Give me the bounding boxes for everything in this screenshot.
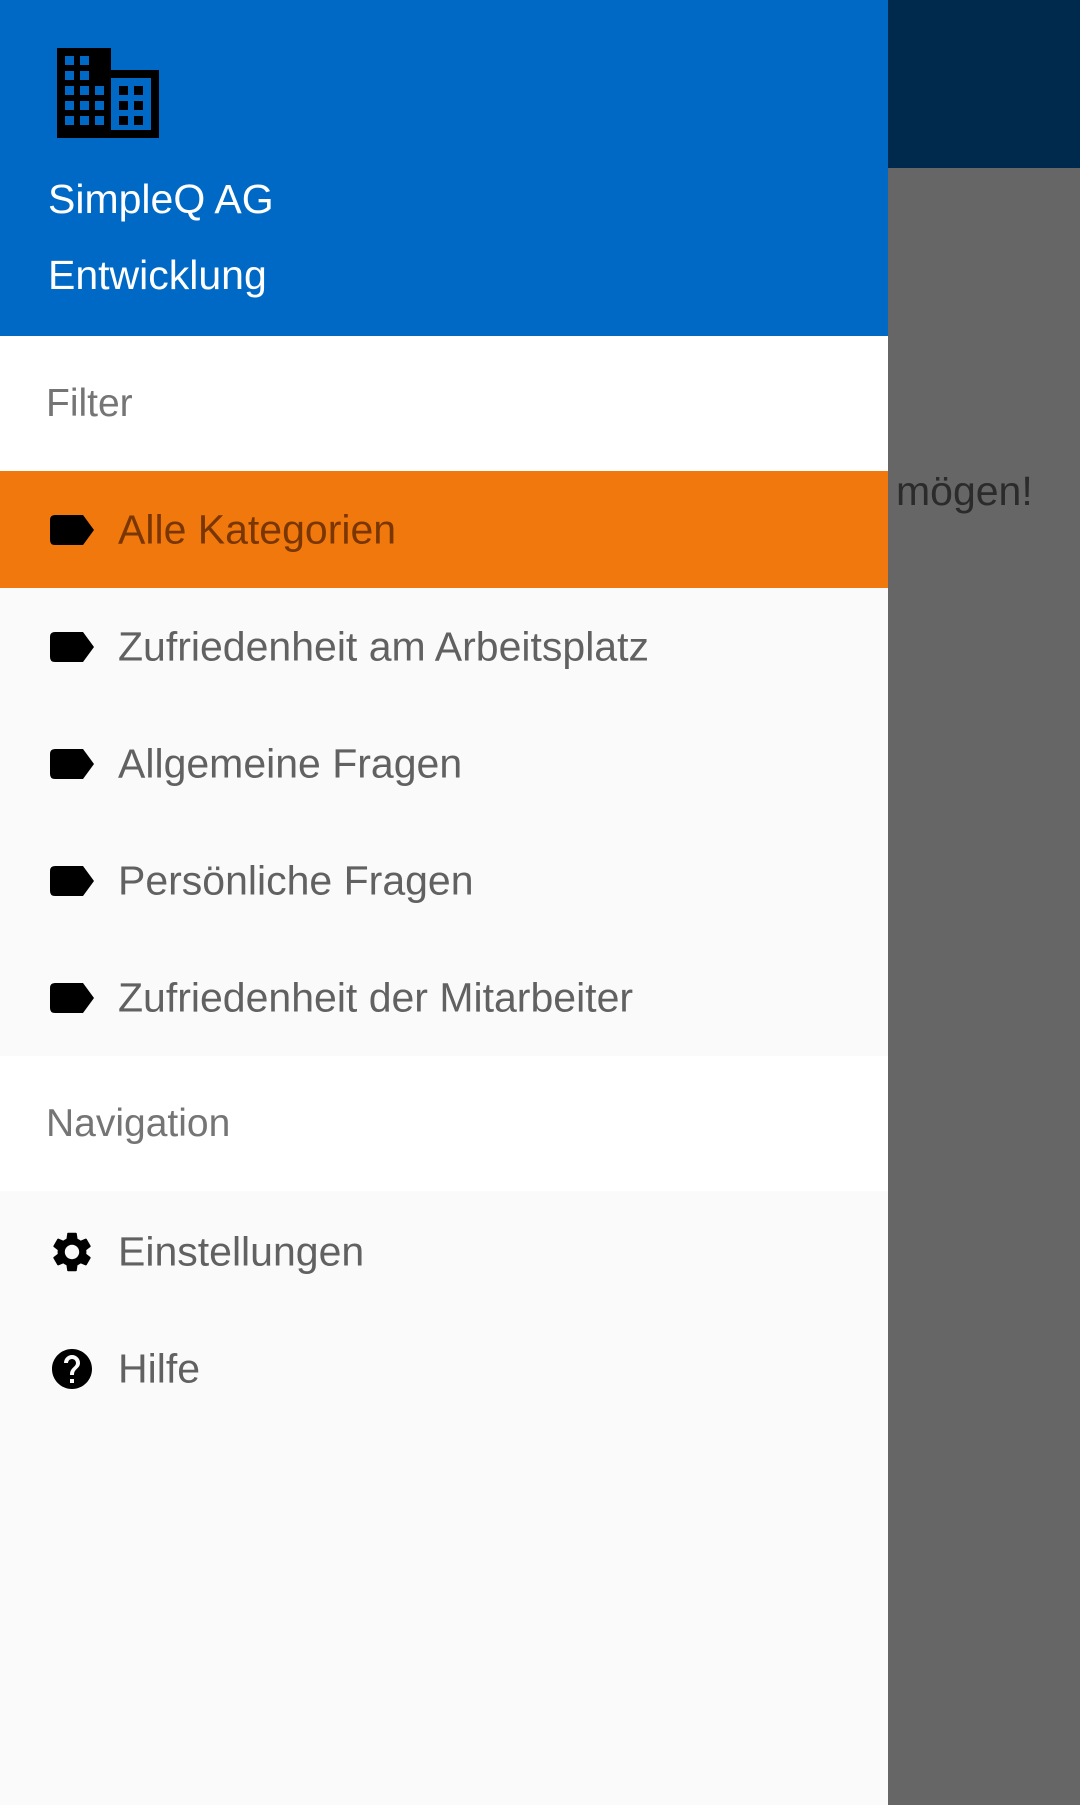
filter-item-label: Allgemeine Fragen [118, 740, 463, 786]
label-tag-icon [48, 740, 96, 788]
filter-item-allgemeine-fragen[interactable]: Allgemeine Fragen [0, 705, 888, 822]
nav-item-label: Einstellungen [118, 1228, 365, 1274]
filter-item-label: Persönliche Fragen [118, 857, 474, 903]
nav-item-einstellungen[interactable]: Einstellungen [0, 1193, 888, 1310]
drawer-header: SimpleQ AG Entwicklung [0, 0, 888, 336]
business-building-icon [57, 48, 159, 138]
label-tag-icon [48, 623, 96, 671]
nav-item-hilfe[interactable]: Hilfe [0, 1310, 888, 1427]
filter-section-title: Filter [46, 381, 133, 425]
filter-item-alle-kategorien[interactable]: Alle Kategorien [0, 471, 888, 588]
organization-name: SimpleQ AG [48, 176, 274, 222]
filter-section-header: Filter [0, 336, 888, 471]
label-tag-icon [48, 857, 96, 905]
filter-item-label: Zufriedenheit am Arbeitsplatz [118, 623, 649, 669]
label-tag-icon [48, 506, 96, 554]
label-tag-icon [48, 974, 96, 1022]
help-circle-icon [48, 1345, 96, 1393]
filter-item-label: Alle Kategorien [118, 506, 397, 552]
department-name: Entwicklung [48, 252, 267, 298]
navigation-drawer: SimpleQ AG Entwicklung Filter Alle Kateg… [0, 0, 888, 1805]
navigation-section-header: Navigation [0, 1056, 888, 1191]
nav-item-label: Hilfe [118, 1345, 201, 1391]
filter-item-zufriedenheit-mitarbeiter[interactable]: Zufriedenheit der Mitarbeiter [0, 939, 888, 1056]
navigation-section-title: Navigation [46, 1101, 231, 1145]
screen: mögen! SimpleQ AG Entwicklung Filter All… [0, 0, 1080, 1805]
filter-item-zufriedenheit-arbeitsplatz[interactable]: Zufriedenheit am Arbeitsplatz [0, 588, 888, 705]
background-content-text: mögen! [896, 468, 1033, 514]
gear-icon [48, 1228, 96, 1276]
filter-item-persoenliche-fragen[interactable]: Persönliche Fragen [0, 822, 888, 939]
filter-item-label: Zufriedenheit der Mitarbeiter [118, 974, 634, 1020]
